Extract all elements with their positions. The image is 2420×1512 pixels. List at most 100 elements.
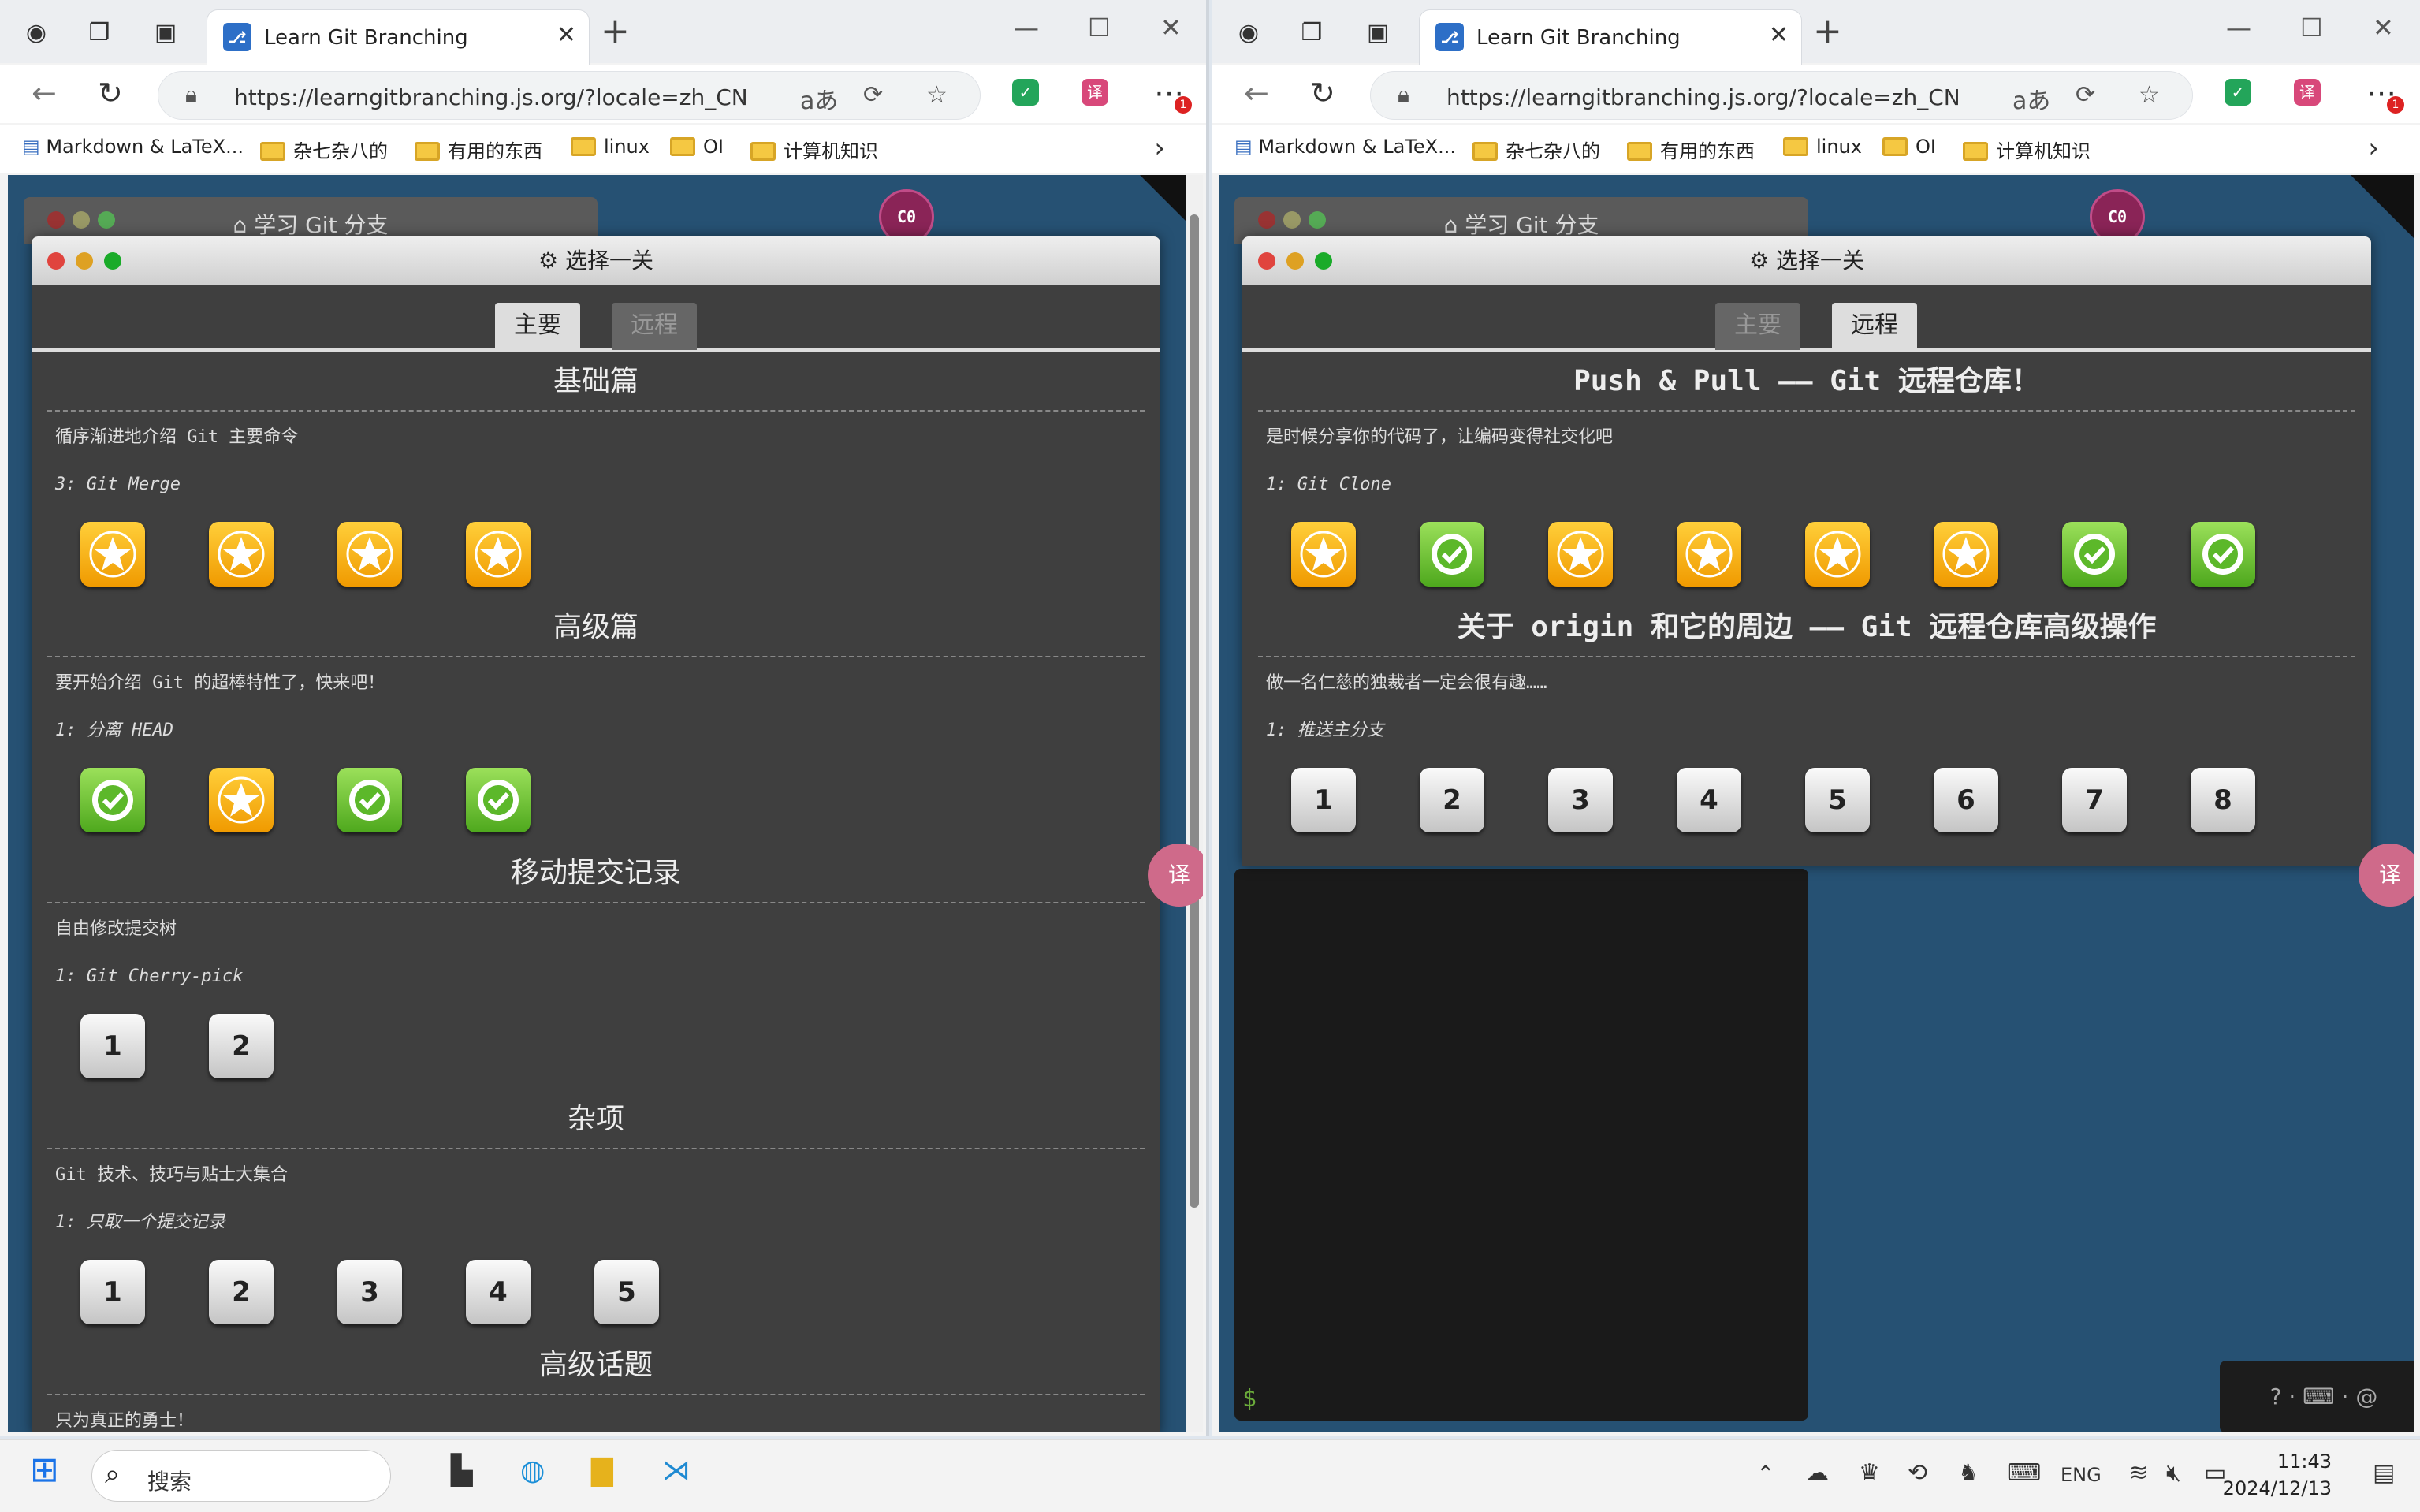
level-number-button[interactable]: 5	[1805, 768, 1870, 832]
profile-icon[interactable]: ◉	[20, 17, 52, 49]
help-icon[interactable]: ?	[2270, 1384, 2282, 1410]
close-window-icon[interactable]: ✕	[1160, 13, 1182, 43]
close-dot[interactable]	[1258, 252, 1275, 270]
wifi-icon[interactable]: ≋	[2128, 1459, 2148, 1487]
bookmark-2[interactable]: 有用的东西	[415, 136, 542, 163]
tray-cat-icon[interactable]: ♛	[1859, 1459, 1880, 1487]
bookmark-2[interactable]: 有用的东西	[1627, 136, 1755, 163]
command-terminal[interactable]: $	[1234, 869, 1808, 1421]
tab-actions-icon[interactable]: ▣	[150, 17, 181, 49]
level-check-icon[interactable]	[1420, 522, 1484, 587]
level-check-icon[interactable]	[2062, 522, 2127, 587]
back-icon[interactable]: ←	[32, 76, 57, 110]
minimize-dot[interactable]	[76, 252, 93, 270]
bookmark-5[interactable]: 计算机知识	[750, 136, 878, 163]
level-star-icon[interactable]	[337, 522, 402, 587]
bookmark-4[interactable]: OI	[1882, 136, 1936, 158]
level-number-button[interactable]: 2	[209, 1014, 274, 1078]
maximize-icon[interactable]: ☐	[1088, 13, 1111, 43]
sync-icon[interactable]: ⟲	[1908, 1459, 1927, 1487]
back-icon[interactable]: ←	[1244, 76, 1269, 110]
level-number-button[interactable]: 1	[80, 1260, 145, 1324]
task-view-icon[interactable]: ▙	[451, 1454, 473, 1487]
minimize-icon[interactable]: —	[2226, 13, 2251, 43]
tab-remote[interactable]: 远程	[1832, 303, 1917, 350]
clock[interactable]: 11:43 2024/12/13	[2223, 1448, 2332, 1502]
shield-icon[interactable]: ✓	[1012, 79, 1039, 106]
scrollbar-thumb[interactable]	[1190, 214, 1199, 1208]
workspaces-icon[interactable]: ❐	[1296, 17, 1327, 49]
level-number-button[interactable]: 5	[594, 1260, 659, 1324]
bookmark-4[interactable]: OI	[670, 136, 724, 158]
level-check-icon[interactable]	[80, 768, 145, 832]
chevron-up-icon[interactable]: ⌃	[1756, 1461, 1774, 1487]
level-number-button[interactable]: 1	[80, 1014, 145, 1078]
threads-icon[interactable]: @	[2355, 1384, 2377, 1410]
close-tab-icon[interactable]: ✕	[1769, 21, 1789, 49]
tab-main[interactable]: 主要	[495, 303, 580, 350]
zoom-dot[interactable]	[104, 252, 121, 270]
keyboard-icon[interactable]: ⌨	[2007, 1459, 2041, 1487]
bookmark-5[interactable]: 计算机知识	[1963, 136, 2091, 163]
level-number-button[interactable]: 4	[1677, 768, 1741, 832]
level-number-button[interactable]: 3	[1548, 768, 1613, 832]
translate-float-icon[interactable]: 译	[2359, 844, 2414, 907]
workspaces-icon[interactable]: ❐	[84, 17, 115, 49]
translate-float-icon[interactable]: 译	[1148, 844, 1203, 907]
level-number-button[interactable]: 6	[1934, 768, 1998, 832]
close-dot[interactable]	[47, 252, 65, 270]
maximize-icon[interactable]: ☐	[2300, 13, 2323, 43]
tab-actions-icon[interactable]: ▣	[1362, 17, 1394, 49]
new-tab-icon[interactable]: +	[1813, 11, 1842, 51]
keyboard-icon[interactable]: ⌨	[2303, 1384, 2334, 1410]
vscode-icon[interactable]: ⋊	[662, 1454, 691, 1487]
favorite-star-icon[interactable]: ☆	[2139, 81, 2160, 109]
bookmark-0[interactable]: ▤ Markdown & LaTeX...	[22, 136, 244, 158]
url-field[interactable]: 🔒︎ https://learngitbranching.js.org/?loc…	[158, 71, 981, 120]
taskbar-search[interactable]: ⌕ 搜索	[91, 1450, 391, 1502]
level-star-icon[interactable]	[1291, 522, 1356, 587]
translate-ext-icon[interactable]: 译	[2294, 79, 2321, 106]
qq-icon[interactable]: ♞	[1958, 1459, 1979, 1487]
bookmark-0[interactable]: ▤ Markdown & LaTeX...	[1234, 136, 1456, 158]
volume-muted-icon[interactable]: 🔇︎	[2166, 1459, 2181, 1487]
close-tab-icon[interactable]: ✕	[557, 21, 576, 49]
refresh-translate-icon[interactable]: ⟳	[2076, 81, 2095, 109]
level-number-button[interactable]: 1	[1291, 768, 1356, 832]
level-number-button[interactable]: 2	[1420, 768, 1484, 832]
level-check-icon[interactable]	[337, 768, 402, 832]
notification-icon[interactable]: ▤	[2373, 1459, 2395, 1487]
level-star-icon[interactable]	[1934, 522, 1998, 587]
level-star-icon[interactable]	[466, 522, 531, 587]
translate-ext-icon[interactable]: 译	[1082, 79, 1108, 106]
github-corner[interactable]	[2351, 175, 2414, 238]
url-field[interactable]: 🔒︎ https://learngitbranching.js.org/?loc…	[1370, 71, 2193, 120]
level-number-button[interactable]: 4	[466, 1260, 531, 1324]
level-check-icon[interactable]	[2191, 522, 2255, 587]
browser-tab[interactable]: ⎇ Learn Git Branching ✕	[1419, 9, 1802, 65]
shield-icon[interactable]: ✓	[2225, 79, 2251, 106]
level-number-button[interactable]: 3	[337, 1260, 402, 1324]
bookmark-1[interactable]: 杂七杂八的	[1472, 136, 1600, 163]
level-star-icon[interactable]	[1548, 522, 1613, 587]
level-star-icon[interactable]	[1677, 522, 1741, 587]
bookmark-3[interactable]: linux	[1783, 136, 1862, 158]
level-number-button[interactable]: 8	[2191, 768, 2255, 832]
reload-icon[interactable]: ↻	[1310, 76, 1335, 110]
favorite-star-icon[interactable]: ☆	[926, 81, 948, 109]
chevron-right-icon[interactable]: ›	[1154, 132, 1165, 164]
level-star-icon[interactable]	[1805, 522, 1870, 587]
file-explorer-icon[interactable]: ▇	[591, 1454, 613, 1487]
level-number-button[interactable]: 7	[2062, 768, 2127, 832]
zoom-dot[interactable]	[1315, 252, 1332, 270]
browser-tab[interactable]: ⎇ Learn Git Branching ✕	[207, 9, 590, 65]
chevron-right-icon[interactable]: ›	[2368, 132, 2379, 164]
bookmark-1[interactable]: 杂七杂八的	[260, 136, 388, 163]
minimize-icon[interactable]: —	[1014, 13, 1039, 43]
level-star-icon[interactable]	[80, 522, 145, 587]
scrollbar[interactable]	[1186, 175, 1203, 1432]
read-aloud-icon[interactable]: aあ	[800, 81, 838, 116]
new-tab-icon[interactable]: +	[601, 11, 630, 51]
input-lang[interactable]: ENG	[2061, 1464, 2102, 1486]
windows-start-icon[interactable]: ⊞	[30, 1450, 59, 1490]
